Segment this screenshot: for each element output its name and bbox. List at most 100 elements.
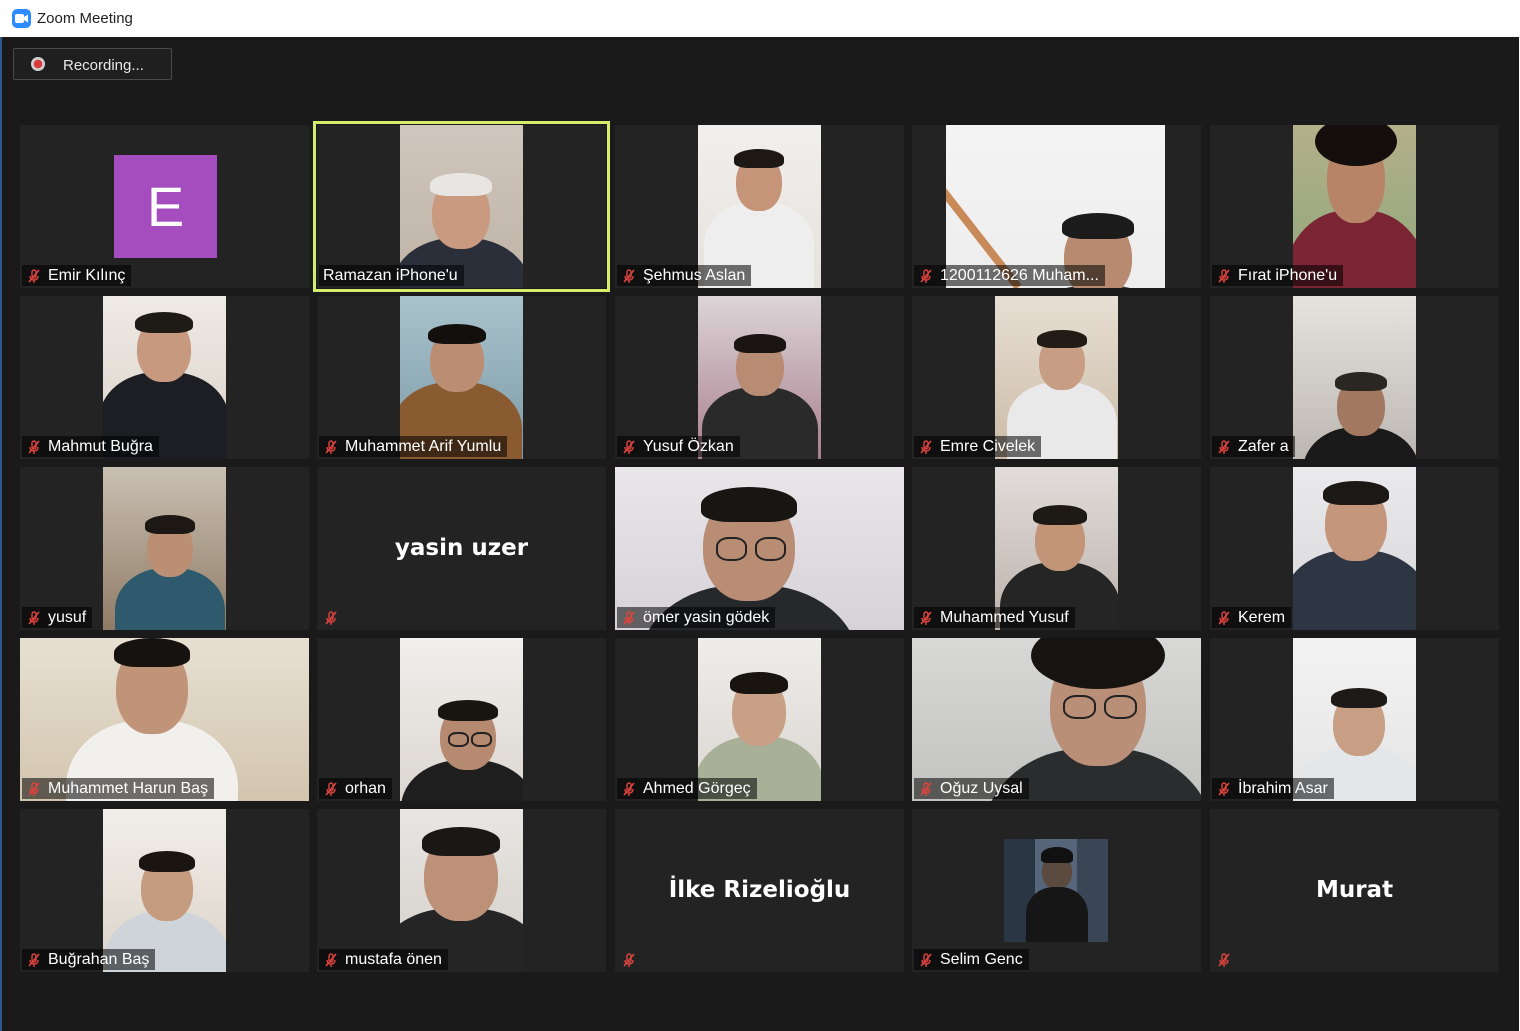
participant-tile[interactable]: Zafer a: [1210, 296, 1499, 459]
participant-tile[interactable]: E Emir Kılınç: [20, 125, 309, 288]
participant-name-tag: Mahmut Buğra: [22, 436, 159, 457]
participant-tile[interactable]: Fırat iPhone'u: [1210, 125, 1499, 288]
muted-mic-icon: [1216, 610, 1238, 626]
participant-name: mustafa önen: [345, 950, 442, 968]
participant-name: Fırat iPhone'u: [1238, 266, 1338, 284]
participant-tile[interactable]: Ramazan iPhone'u: [313, 121, 610, 292]
muted-mic-icon: [918, 952, 940, 968]
participant-name: Muhammet Harun Baş: [48, 779, 209, 797]
participant-tile[interactable]: Oğuz Uysal: [912, 638, 1201, 801]
participant-tile[interactable]: İbrahim Asar: [1210, 638, 1499, 801]
participant-name-tag: Kerem: [1212, 607, 1292, 628]
participant-name-tag: orhan: [319, 778, 392, 799]
meeting-stage: Recording... E Emir Kılınç Ramazan iPhone'…: [2, 37, 1519, 1031]
gallery-view: E Emir Kılınç Ramazan iPhone'u Şehmus Aslan…: [20, 121, 1501, 972]
participant-tile[interactable]: Muhammet Arif Yumlu: [317, 296, 606, 459]
participant-tile[interactable]: Emre Civelek: [912, 296, 1201, 459]
muted-mic-icon: [26, 610, 48, 626]
participant-tile[interactable]: İlke Rizelioğlu: [615, 809, 904, 972]
participant-name: 1200112626 Muham...: [940, 266, 1099, 284]
participant-name-tag: Emir Kılınç: [22, 265, 132, 286]
participant-name-tag: [319, 607, 351, 628]
participant-tile[interactable]: yasin uzer: [317, 467, 606, 630]
participant-name-tag: Muhammed Yusuf: [914, 607, 1075, 628]
participant-name-tag: Muhammet Harun Baş: [22, 778, 215, 799]
muted-mic-icon: [26, 781, 48, 797]
participant-video: [1293, 296, 1416, 459]
participant-name-tag: Selim Genc: [914, 949, 1029, 970]
muted-mic-icon: [323, 952, 345, 968]
participant-tile[interactable]: Selim Genc: [912, 809, 1201, 972]
participant-name-tag: İbrahim Asar: [1212, 778, 1334, 799]
participant-name: Ahmed Görgeç: [643, 779, 751, 797]
participant-tile[interactable]: Yusuf Özkan: [615, 296, 904, 459]
participant-name: Zafer a: [1238, 437, 1289, 455]
participant-tile[interactable]: orhan: [317, 638, 606, 801]
muted-mic-icon: [26, 439, 48, 455]
participant-video: [20, 638, 309, 801]
muted-mic-icon: [323, 439, 345, 455]
participant-video: [1293, 125, 1416, 288]
participant-name-tag: Ahmed Görgeç: [617, 778, 757, 799]
participant-tile[interactable]: Buğrahan Baş: [20, 809, 309, 972]
participant-display-name: yasin uzer: [394, 535, 529, 561]
participant-name: Oğuz Uysal: [940, 779, 1023, 797]
muted-mic-icon: [1216, 952, 1238, 968]
participant-name-tag: Zafer a: [1212, 436, 1295, 457]
participant-video: [1293, 638, 1416, 801]
participant-video: [400, 638, 523, 801]
participant-name-tag: [1212, 949, 1244, 970]
participant-name-tag: Ramazan iPhone'u: [319, 265, 464, 286]
participant-tile[interactable]: Muhammed Yusuf: [912, 467, 1201, 630]
participant-name-tag: mustafa önen: [319, 949, 448, 970]
participant-tile[interactable]: Kerem: [1210, 467, 1499, 630]
participant-name: Mahmut Buğra: [48, 437, 153, 455]
participant-name-tag: 1200112626 Muham...: [914, 265, 1105, 286]
window-title: Zoom Meeting: [37, 10, 133, 27]
participant-video: [698, 296, 821, 459]
participant-name: Yusuf Özkan: [643, 437, 734, 455]
participant-name: Muhammet Arif Yumlu: [345, 437, 502, 455]
participant-name-tag: Fırat iPhone'u: [1212, 265, 1344, 286]
participant-tile[interactable]: Mahmut Buğra: [20, 296, 309, 459]
muted-mic-icon: [621, 439, 643, 455]
participant-tile[interactable]: Murat: [1210, 809, 1499, 972]
participant-display-name: İlke Rizelioğlu: [668, 877, 851, 903]
participant-name-tag: Muhammet Arif Yumlu: [319, 436, 508, 457]
participant-name-tag: Buğrahan Baş: [22, 949, 156, 970]
participant-video: [995, 296, 1118, 459]
muted-mic-icon: [918, 610, 940, 626]
muted-mic-icon: [1216, 268, 1238, 284]
participant-tile[interactable]: mustafa önen: [317, 809, 606, 972]
participant-tile[interactable]: Ahmed Görgeç: [615, 638, 904, 801]
participant-name: Selim Genc: [940, 950, 1023, 968]
participant-name-tag: ömer yasin gödek: [617, 607, 776, 628]
muted-mic-icon: [621, 781, 643, 797]
participant-name: yusuf: [48, 608, 87, 626]
participant-video: [400, 125, 523, 288]
title-bar: Zoom Meeting: [0, 0, 1520, 38]
participant-name-tag: Yusuf Özkan: [617, 436, 740, 457]
participant-video: [103, 809, 226, 972]
participant-name: Şehmus Aslan: [643, 266, 746, 284]
participant-name: Emir Kılınç: [48, 266, 126, 284]
participant-video: [400, 296, 523, 459]
participant-name-tag: [617, 949, 649, 970]
recording-label: Recording...: [63, 57, 144, 74]
participant-name: orhan: [345, 779, 386, 797]
participant-tile[interactable]: yusuf: [20, 467, 309, 630]
participant-video: [698, 125, 821, 288]
participant-video: [103, 296, 226, 459]
participant-tile[interactable]: Şehmus Aslan: [615, 125, 904, 288]
muted-mic-icon: [26, 268, 48, 284]
participant-tile[interactable]: 1200112626 Muham...: [912, 125, 1201, 288]
recording-indicator-button[interactable]: Recording...: [13, 48, 172, 80]
participant-name: Muhammed Yusuf: [940, 608, 1069, 626]
participant-tile[interactable]: Muhammet Harun Baş: [20, 638, 309, 801]
participant-video: [400, 809, 523, 972]
muted-mic-icon: [918, 781, 940, 797]
muted-mic-icon: [1216, 439, 1238, 455]
profile-photo: [1004, 839, 1108, 942]
participant-name-tag: Oğuz Uysal: [914, 778, 1029, 799]
participant-tile[interactable]: ömer yasin gödek: [615, 467, 904, 630]
